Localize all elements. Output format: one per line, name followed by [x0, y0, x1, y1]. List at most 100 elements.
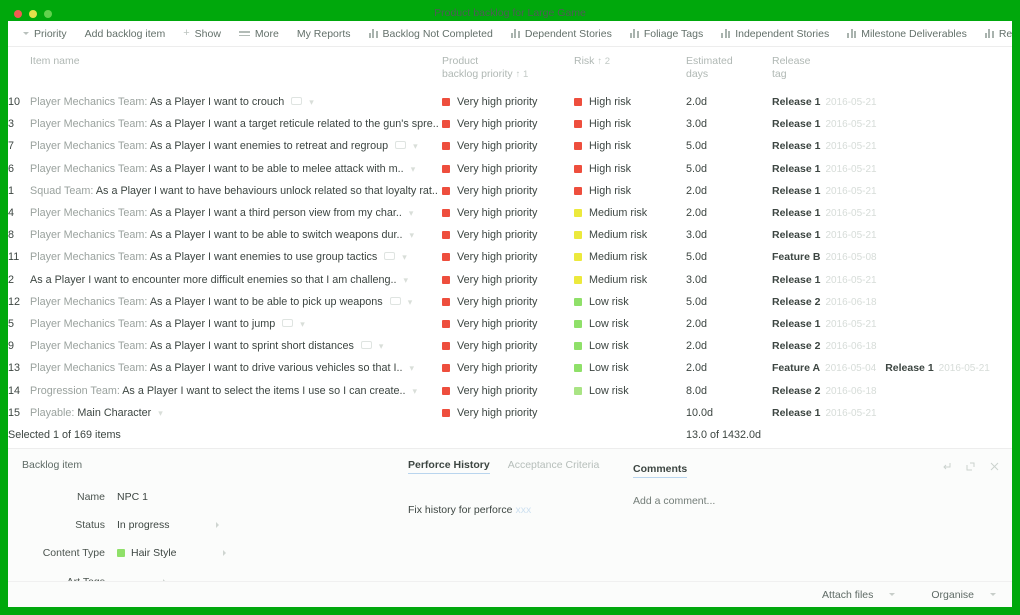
- row-release-tags[interactable]: Release 1 2016-05-21: [772, 224, 1012, 246]
- row-release-tags[interactable]: Release 1 2016-05-21: [772, 202, 1012, 224]
- table-row[interactable]: 2 As a Player I want to encounter more di…: [8, 269, 1012, 291]
- close-icon[interactable]: [989, 461, 1000, 472]
- row-priority[interactable]: Very high priority: [442, 335, 574, 357]
- row-release-tags[interactable]: Feature A 2016-05-04 Release 1 2016-05-21: [772, 357, 1012, 379]
- row-item-name[interactable]: Player Mechanics Team: As a Player I wan…: [30, 91, 442, 113]
- row-priority[interactable]: Very high priority: [442, 291, 574, 313]
- row-priority[interactable]: Very high priority: [442, 246, 574, 268]
- row-priority[interactable]: Very high priority: [442, 158, 574, 180]
- row-risk[interactable]: Low risk: [574, 313, 686, 335]
- row-priority[interactable]: Very high priority: [442, 269, 574, 291]
- row-risk[interactable]: High risk: [574, 158, 686, 180]
- comment-bubble-icon[interactable]: [389, 296, 401, 305]
- row-estimated-days[interactable]: 2.0d: [686, 180, 772, 202]
- add-comment-input[interactable]: Add a comment...: [633, 495, 893, 507]
- chevron-right-icon[interactable]: [222, 550, 226, 557]
- comments-title[interactable]: Comments: [633, 463, 688, 478]
- row-priority[interactable]: Very high priority: [442, 113, 574, 135]
- row-estimated-days[interactable]: 3.0d: [686, 269, 772, 291]
- row-release-tags[interactable]: Release 2 2016-06-18: [772, 335, 1012, 357]
- attachment-icon[interactable]: ▾: [403, 230, 415, 240]
- detail-field-value[interactable]: NPC 1: [117, 491, 148, 503]
- column-header-estimated-days[interactable]: Estimated days: [686, 47, 772, 91]
- attachment-icon[interactable]: ▾: [372, 341, 384, 351]
- row-estimated-days[interactable]: 8.0d: [686, 379, 772, 401]
- table-row[interactable]: 3 Player Mechanics Team: As a Player I wa…: [8, 113, 1012, 135]
- row-risk[interactable]: Medium risk: [574, 224, 686, 246]
- row-release-tags[interactable]: Feature B 2016-05-08: [772, 246, 1012, 268]
- column-header-num[interactable]: [8, 47, 30, 91]
- row-priority[interactable]: Very high priority: [442, 91, 574, 113]
- row-estimated-days[interactable]: 3.0d: [686, 224, 772, 246]
- table-row[interactable]: 8 Player Mechanics Team: As a Player I wa…: [8, 224, 1012, 246]
- row-priority[interactable]: Very high priority: [442, 357, 574, 379]
- attachment-icon[interactable]: ▾: [401, 297, 413, 307]
- table-row[interactable]: 11 Player Mechanics Team: As a Player I w…: [8, 246, 1012, 268]
- attachment-icon[interactable]: ▾: [402, 208, 414, 218]
- row-estimated-days[interactable]: 2.0d: [686, 335, 772, 357]
- toolbar-item-foliage-tags[interactable]: Foliage Tags: [621, 21, 712, 47]
- row-release-tags[interactable]: Release 1 2016-05-21: [772, 313, 1012, 335]
- table-row[interactable]: 13 Player Mechanics Team: As a Player I w…: [8, 357, 1012, 379]
- toolbar-item-backlog-not-completed[interactable]: Backlog Not Completed: [360, 21, 502, 47]
- table-row[interactable]: 12 Player Mechanics Team: As a Player I w…: [8, 291, 1012, 313]
- row-release-tags[interactable]: Release 1 2016-05-21: [772, 269, 1012, 291]
- table-row[interactable]: 7 Player Mechanics Team: As a Player I wa…: [8, 135, 1012, 157]
- attachment-icon[interactable]: ▾: [293, 319, 305, 329]
- table-row[interactable]: 10 Player Mechanics Team: As a Player I w…: [8, 91, 1012, 113]
- row-risk[interactable]: Medium risk: [574, 202, 686, 224]
- toolbar-item-add-backlog-item[interactable]: Add backlog item: [76, 21, 175, 47]
- table-row[interactable]: 1 Squad Team: As a Player I want to have …: [8, 180, 1012, 202]
- row-risk[interactable]: Low risk: [574, 357, 686, 379]
- row-release-tags[interactable]: Release 1 2016-05-21: [772, 91, 1012, 113]
- row-risk[interactable]: Medium risk: [574, 269, 686, 291]
- row-risk[interactable]: High risk: [574, 91, 686, 113]
- row-release-tags[interactable]: Release 1 2016-05-21: [772, 158, 1012, 180]
- history-entry-link[interactable]: xxx: [512, 504, 531, 516]
- row-item-name[interactable]: Player Mechanics Team: As a Player I wan…: [30, 202, 442, 224]
- table-row[interactable]: 5 Player Mechanics Team: As a Player I wa…: [8, 313, 1012, 335]
- toolbar-item-release-1-status[interactable]: Release 1 Status: [976, 21, 1012, 47]
- toolbar-item-more[interactable]: More: [230, 21, 288, 47]
- toolbar-item-independent-stories[interactable]: Independent Stories: [712, 21, 838, 47]
- row-release-tags[interactable]: Release 2 2016-06-18: [772, 291, 1012, 313]
- row-risk[interactable]: High risk: [574, 180, 686, 202]
- popout-icon[interactable]: [965, 461, 976, 472]
- comment-bubble-icon[interactable]: [360, 341, 372, 350]
- row-item-name[interactable]: Player Mechanics Team: As a Player I wan…: [30, 335, 442, 357]
- toolbar-item-priority[interactable]: Priority: [14, 21, 76, 47]
- row-estimated-days[interactable]: 2.0d: [686, 313, 772, 335]
- detail-field-value[interactable]: Hair Style: [117, 547, 226, 559]
- row-estimated-days[interactable]: 5.0d: [686, 246, 772, 268]
- row-release-tags[interactable]: Release 1 2016-05-21: [772, 135, 1012, 157]
- row-release-tags[interactable]: Release 1 2016-05-21: [772, 113, 1012, 135]
- row-item-name[interactable]: Player Mechanics Team: As a Player I wan…: [30, 313, 442, 335]
- row-priority[interactable]: Very high priority: [442, 402, 574, 424]
- attachment-icon[interactable]: ▾: [405, 386, 417, 396]
- row-risk[interactable]: High risk: [574, 113, 686, 135]
- row-priority[interactable]: Very high priority: [442, 180, 574, 202]
- attachment-icon[interactable]: ▾: [395, 252, 407, 262]
- attach-files-button[interactable]: Attach files: [822, 589, 896, 601]
- table-row[interactable]: 15 Playable: Main Character ▾ Very high pri…: [8, 402, 1012, 424]
- row-release-tags[interactable]: Release 2 2016-06-18: [772, 379, 1012, 401]
- row-estimated-days[interactable]: 5.0d: [686, 158, 772, 180]
- row-item-name[interactable]: Player Mechanics Team: As a Player I wan…: [30, 158, 442, 180]
- row-priority[interactable]: Very high priority: [442, 313, 574, 335]
- row-risk[interactable]: Medium risk: [574, 246, 686, 268]
- table-row[interactable]: 9 Player Mechanics Team: As a Player I wa…: [8, 335, 1012, 357]
- tab-perforce-history[interactable]: Perforce History: [408, 459, 490, 474]
- column-header-risk[interactable]: Risk ↑ 2: [574, 47, 686, 91]
- organise-button[interactable]: Organise: [931, 589, 996, 601]
- row-risk[interactable]: High risk: [574, 135, 686, 157]
- row-estimated-days[interactable]: 5.0d: [686, 291, 772, 313]
- row-release-tags[interactable]: Release 1 2016-05-21: [772, 402, 1012, 424]
- row-risk[interactable]: [574, 402, 686, 424]
- row-release-tags[interactable]: Release 1 2016-05-21: [772, 180, 1012, 202]
- table-row[interactable]: 14 Progression Team: As a Player I want t…: [8, 379, 1012, 401]
- row-priority[interactable]: Very high priority: [442, 224, 574, 246]
- row-risk[interactable]: Low risk: [574, 335, 686, 357]
- row-item-name[interactable]: Progression Team: As a Player I want to …: [30, 379, 442, 401]
- row-item-name[interactable]: Player Mechanics Team: As a Player I wan…: [30, 246, 442, 268]
- toolbar-item-my-reports[interactable]: My Reports: [288, 21, 360, 47]
